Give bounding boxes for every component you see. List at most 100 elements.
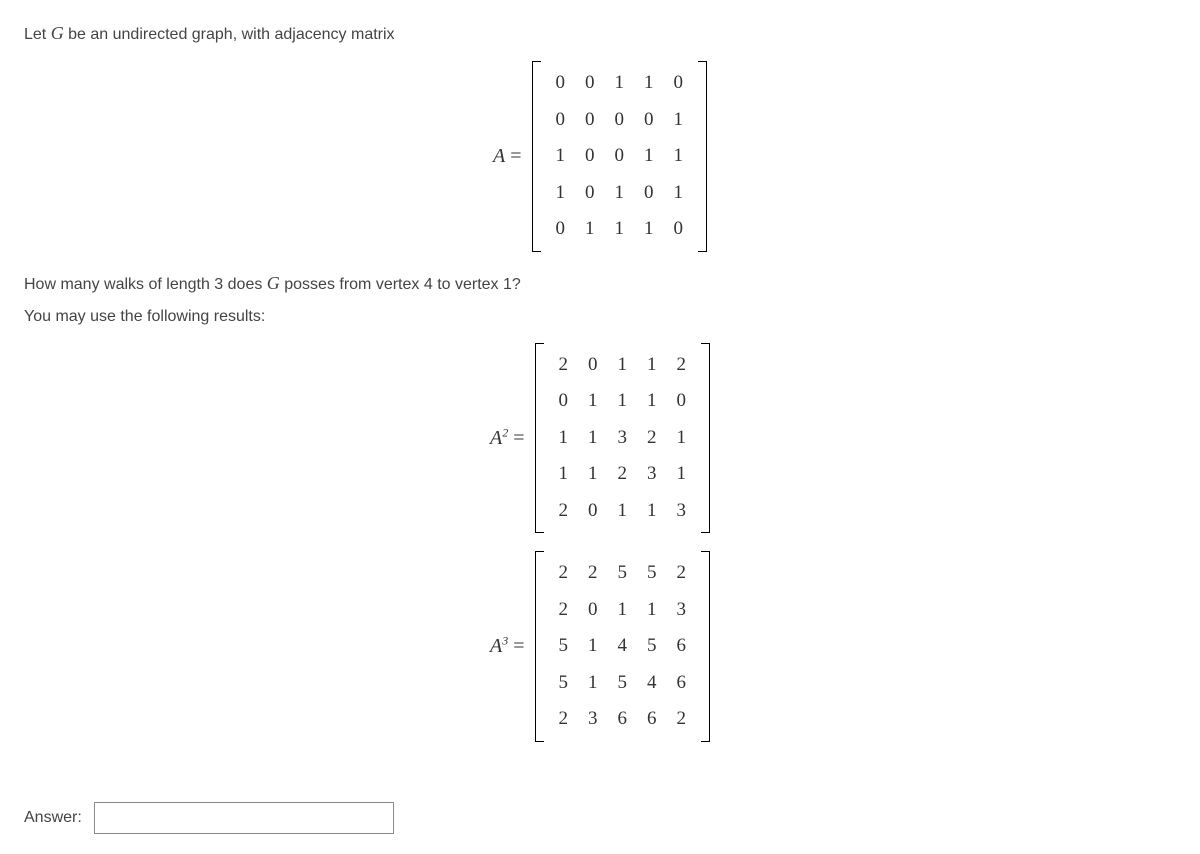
matrix-cell: 2: [549, 701, 579, 738]
matrix-cell: 0: [575, 175, 605, 212]
matrix-cell: 3: [667, 592, 697, 629]
matrix-cell: 1: [608, 592, 638, 629]
matrix-cell: 5: [549, 628, 579, 665]
matrix-cell: 0: [549, 383, 579, 420]
intro-graph-var: G: [51, 23, 64, 43]
matrix-cell: 1: [549, 420, 579, 457]
intro-prefix: Let: [24, 26, 51, 43]
matrix-a-var: A: [493, 145, 505, 167]
answer-label: Answer:: [24, 806, 82, 830]
matrix-row-cells: 23662: [549, 701, 697, 738]
matrix-cell: 2: [549, 555, 579, 592]
matrix-cell: 5: [608, 555, 638, 592]
matrix-row-cells: 51456: [549, 628, 697, 665]
matrix-a-eq: =: [505, 145, 521, 167]
matrix-cell: 1: [546, 138, 576, 175]
matrix-row-cells: 20113: [549, 592, 697, 629]
matrix-cell: 1: [575, 211, 605, 248]
matrix-cell: 0: [634, 102, 664, 139]
matrix-a3-row: A3 = 2255220113514565154623662: [24, 551, 1176, 742]
matrix-cell: 1: [634, 65, 664, 102]
matrix-cell: 2: [667, 701, 697, 738]
matrix-cell: 6: [667, 665, 697, 702]
matrix-cell: 0: [578, 493, 608, 530]
matrix-cell: 5: [637, 628, 667, 665]
matrix-a2-var: A: [490, 427, 502, 449]
matrix-row-cells: 22552: [549, 555, 697, 592]
matrix-cell: 1: [605, 65, 635, 102]
matrix-a: 0011000001100111010101110: [532, 61, 708, 252]
matrix-cell: 1: [637, 383, 667, 420]
matrix-a3-label: A3 =: [490, 631, 525, 661]
matrix-cell: 3: [637, 456, 667, 493]
matrix-cell: 4: [637, 665, 667, 702]
question-suffix: posses from vertex 4 to vertex 1?: [280, 276, 521, 293]
matrix-cell: 1: [664, 102, 694, 139]
matrix-cell: 0: [605, 138, 635, 175]
matrix-cell: 1: [546, 175, 576, 212]
matrix-cell: 2: [578, 555, 608, 592]
matrix-row-cells: 10011: [546, 138, 694, 175]
matrix-a2-label: A2 =: [490, 423, 525, 453]
matrix-a3: 2255220113514565154623662: [535, 551, 711, 742]
matrix-cell: 0: [578, 347, 608, 384]
matrix-a3-eq: =: [508, 635, 524, 657]
matrix-cell: 2: [549, 347, 579, 384]
matrix-cell: 1: [578, 665, 608, 702]
matrix-cell: 0: [575, 138, 605, 175]
matrix-cell: 0: [634, 175, 664, 212]
matrix-row-cells: 01110: [549, 383, 697, 420]
matrix-a2-row: A2 = 2011201110113211123120113: [24, 343, 1176, 534]
matrix-cell: 0: [667, 383, 697, 420]
matrix-cell: 1: [608, 383, 638, 420]
matrix-cell: 5: [608, 665, 638, 702]
matrix-a2-table: 2011201110113211123120113: [549, 347, 697, 530]
matrix-a3-var: A: [490, 635, 502, 657]
matrix-cell: 0: [546, 211, 576, 248]
matrix-cell: 1: [667, 420, 697, 457]
matrix-cell: 0: [664, 65, 694, 102]
matrix-row-cells: 11231: [549, 456, 697, 493]
matrix-cell: 0: [575, 65, 605, 102]
matrix-row-cells: 00001: [546, 102, 694, 139]
question-prefix: How many walks of length 3 does: [24, 276, 267, 293]
intro-suffix: be an undirected graph, with adjacency m…: [64, 26, 395, 43]
matrix-cell: 1: [667, 456, 697, 493]
matrix-cell: 0: [575, 102, 605, 139]
matrix-cell: 1: [605, 175, 635, 212]
matrix-cell: 5: [549, 665, 579, 702]
answer-row: Answer:: [24, 802, 1176, 834]
matrix-cell: 2: [637, 420, 667, 457]
matrix-row-cells: 10101: [546, 175, 694, 212]
matrix-a2: 2011201110113211123120113: [535, 343, 711, 534]
matrix-row-cells: 11321: [549, 420, 697, 457]
question-line: How many walks of length 3 does G posses…: [24, 270, 1176, 297]
matrix-cell: 1: [608, 493, 638, 530]
matrix-cell: 2: [549, 493, 579, 530]
hint-line: You may use the following results:: [24, 305, 1176, 329]
matrix-cell: 1: [637, 347, 667, 384]
matrix-cell: 2: [608, 456, 638, 493]
matrix-cell: 1: [549, 456, 579, 493]
matrix-row-cells: 51546: [549, 665, 697, 702]
matrix-row-cells: 20113: [549, 493, 697, 530]
matrix-cell: 0: [578, 592, 608, 629]
matrix-cell: 2: [667, 347, 697, 384]
matrix-cell: 1: [578, 456, 608, 493]
matrix-cell: 6: [608, 701, 638, 738]
matrix-row-cells: 00110: [546, 65, 694, 102]
matrix-a-row: A = 0011000001100111010101110: [24, 61, 1176, 252]
matrix-cell: 1: [634, 138, 664, 175]
matrix-row-cells: 20112: [549, 347, 697, 384]
matrix-cell: 1: [578, 383, 608, 420]
matrix-cell: 1: [664, 175, 694, 212]
matrix-cell: 3: [667, 493, 697, 530]
question-graph-var: G: [267, 273, 280, 293]
matrix-cell: 3: [608, 420, 638, 457]
matrix-cell: 0: [664, 211, 694, 248]
answer-input[interactable]: [94, 802, 394, 834]
matrix-a-label: A =: [493, 141, 522, 171]
matrix-cell: 5: [637, 555, 667, 592]
matrix-cell: 0: [546, 102, 576, 139]
problem-intro: Let G be an undirected graph, with adjac…: [24, 20, 1176, 47]
